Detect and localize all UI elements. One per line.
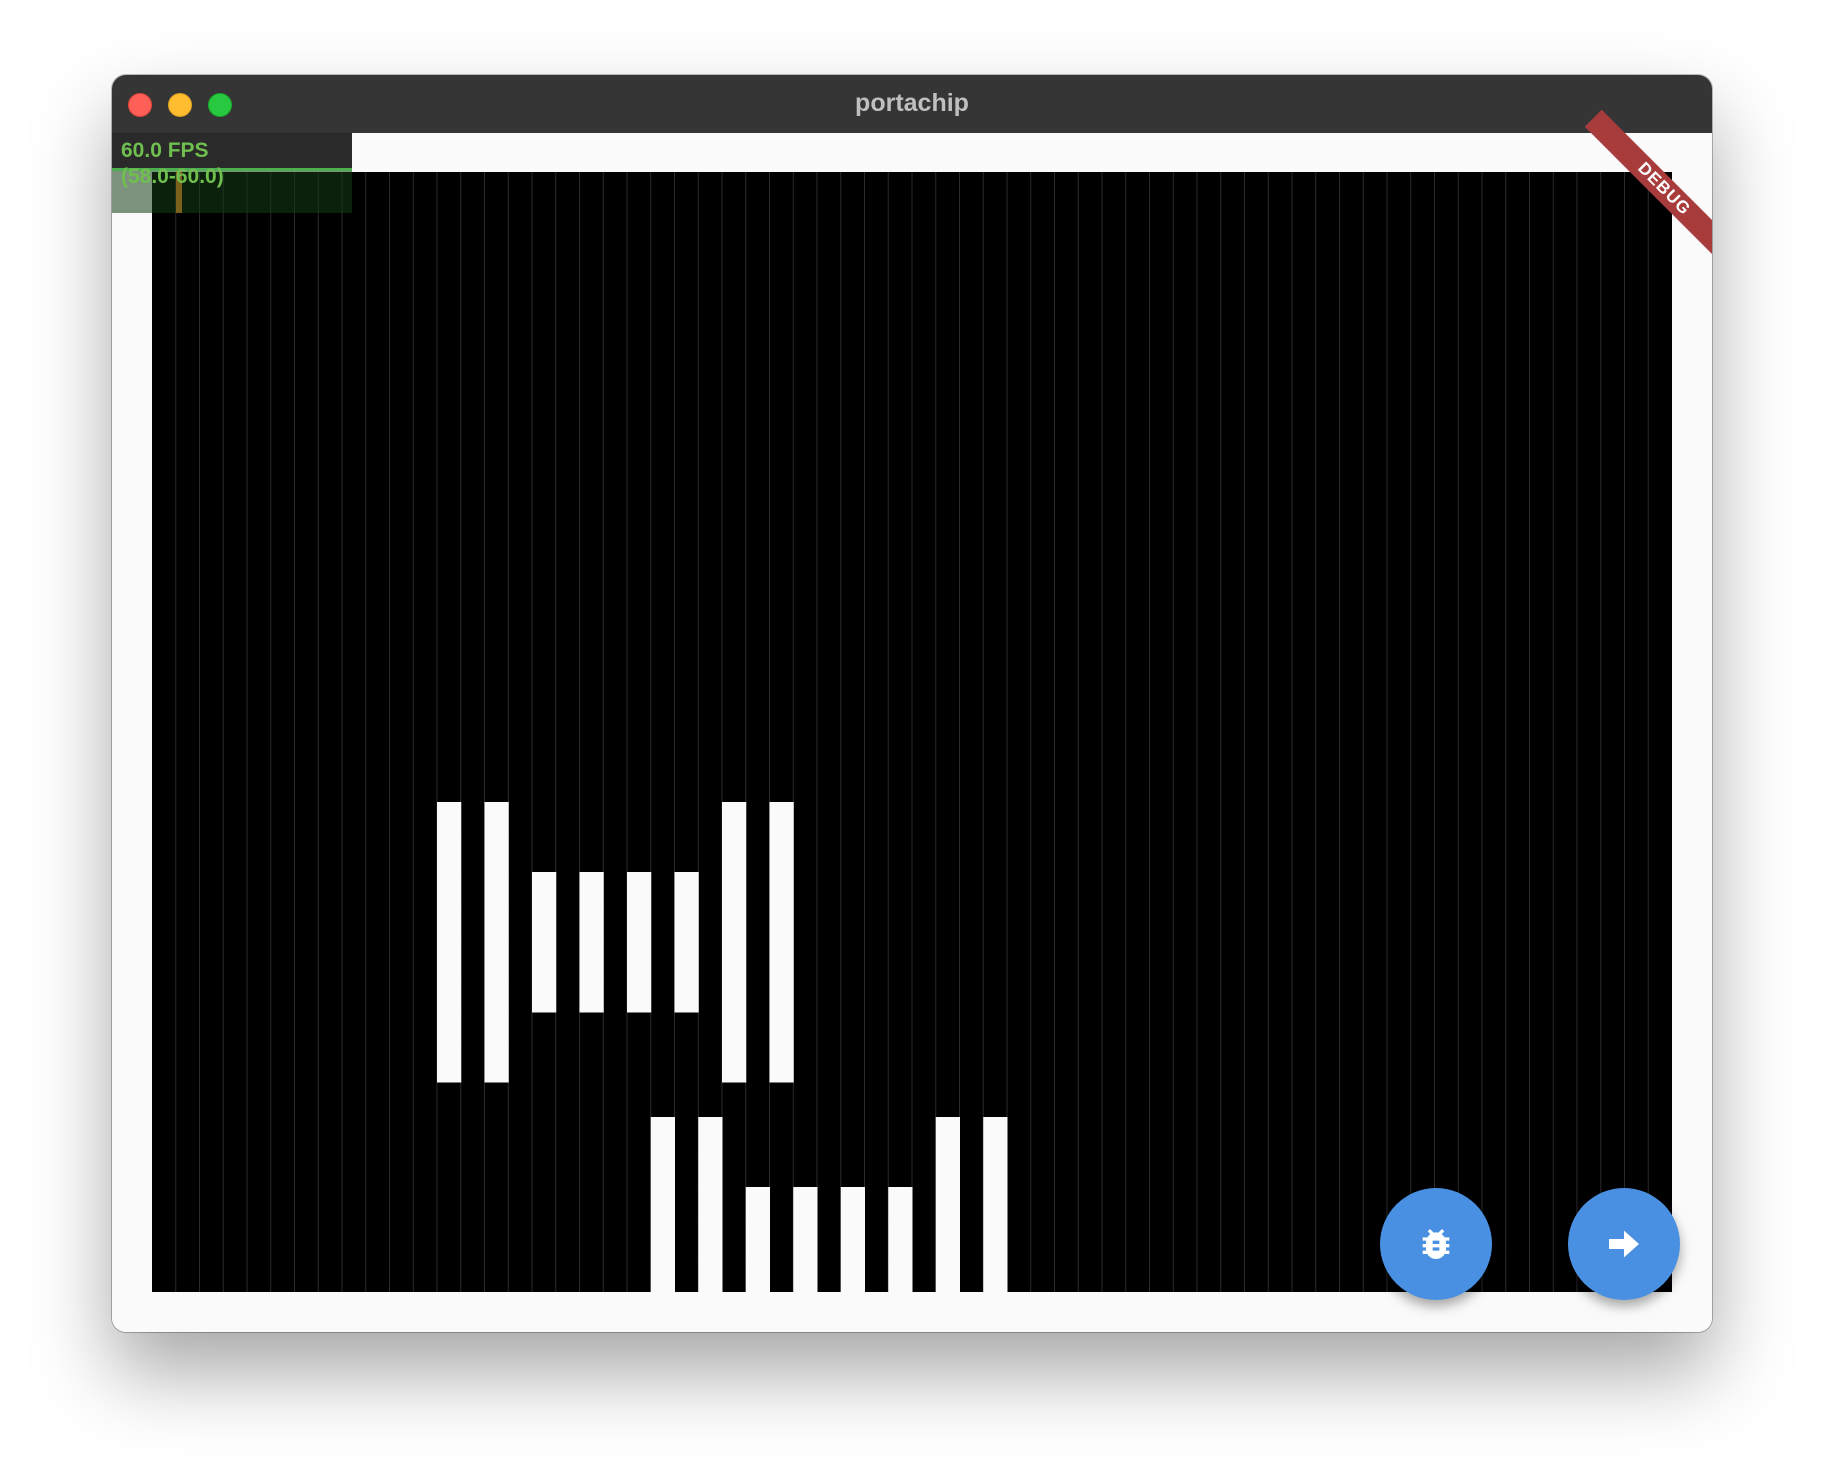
display-pixel	[745, 1187, 770, 1223]
bug-icon	[1422, 1229, 1450, 1259]
display-pixel	[674, 977, 699, 1013]
display-pixel	[722, 837, 747, 873]
display-pixel	[983, 1152, 1008, 1188]
display-pixel	[484, 977, 509, 1013]
display-pixel	[579, 907, 604, 943]
display-pixel	[484, 802, 509, 838]
next-button[interactable]	[1568, 1188, 1680, 1300]
app-window: portachip 60.0 FPS (58.0-60.0) DEBUG	[112, 75, 1712, 1332]
display-pixel	[935, 1257, 960, 1292]
display-pixel	[769, 872, 794, 908]
display-pixel	[627, 907, 652, 943]
display-pixel	[650, 1222, 675, 1258]
display-pixel	[437, 1047, 462, 1083]
display-pixel	[769, 802, 794, 838]
display-pixel	[579, 977, 604, 1013]
chip8-display	[152, 172, 1672, 1292]
display-pixel	[437, 837, 462, 873]
fps-range-readout: (58.0-60.0)	[121, 165, 224, 188]
display-pixel	[888, 1257, 913, 1292]
display-pixel	[437, 977, 462, 1013]
display-pixel	[983, 1117, 1008, 1153]
window-title: portachip	[855, 89, 969, 117]
display-pixel	[983, 1257, 1008, 1292]
display-pixel	[698, 1257, 723, 1292]
display-pixel	[840, 1257, 865, 1292]
display-pixel	[484, 837, 509, 873]
display-pixel	[983, 1187, 1008, 1223]
display-pixel	[935, 1117, 960, 1153]
display-pixel	[650, 1117, 675, 1153]
display-pixel	[698, 1222, 723, 1258]
display-pixel	[935, 1222, 960, 1258]
display-pixel	[437, 1012, 462, 1048]
display-pixel	[793, 1257, 818, 1292]
display-pixel	[769, 1047, 794, 1083]
display-pixel	[627, 977, 652, 1013]
display-pixel	[840, 1222, 865, 1258]
display-pixel	[579, 872, 604, 908]
display-pixel	[674, 907, 699, 943]
display-pixel	[698, 1187, 723, 1223]
display-pixel	[437, 907, 462, 943]
display-pixel	[840, 1187, 865, 1223]
display-pixel	[745, 1257, 770, 1292]
display-pixel	[579, 942, 604, 978]
display-pixel	[769, 977, 794, 1013]
display-pixel	[983, 1222, 1008, 1258]
display-pixel	[722, 872, 747, 908]
display-pixel	[532, 942, 557, 978]
display-pixel	[674, 942, 699, 978]
display-pixel	[437, 802, 462, 838]
display-pixel	[888, 1222, 913, 1258]
display-pixel	[793, 1222, 818, 1258]
display-pixel	[627, 942, 652, 978]
display-pixel	[484, 872, 509, 908]
display-pixel	[532, 872, 557, 908]
display-pixel	[769, 907, 794, 943]
display-pixel	[650, 1257, 675, 1292]
display-pixel	[769, 1012, 794, 1048]
display-pixel	[722, 1047, 747, 1083]
fps-readout: 60.0 FPS	[121, 139, 209, 162]
debug-button[interactable]	[1380, 1188, 1492, 1300]
display-pixel	[888, 1187, 913, 1223]
app-content: 60.0 FPS (58.0-60.0) DEBUG	[112, 109, 1712, 1332]
display-pixel	[484, 1047, 509, 1083]
display-pixel	[722, 907, 747, 943]
display-pixel	[627, 872, 652, 908]
display-pixel	[722, 802, 747, 838]
display-pixel	[437, 942, 462, 978]
display-pixel	[650, 1152, 675, 1188]
display-pixel	[532, 907, 557, 943]
display-pixel	[484, 942, 509, 978]
display-pixel	[698, 1152, 723, 1188]
display-pixel	[437, 872, 462, 908]
display-pixel	[722, 977, 747, 1013]
arrow-right-icon	[1609, 1230, 1639, 1258]
display-pixel	[722, 1012, 747, 1048]
display-pixel	[674, 872, 699, 908]
display-pixel	[484, 1012, 509, 1048]
display-pixel	[698, 1117, 723, 1153]
display-pixel	[650, 1187, 675, 1223]
display-canvas	[175, 172, 1649, 1292]
title-bar[interactable]: portachip	[112, 75, 1712, 134]
display-pixel	[769, 837, 794, 873]
display-pixel	[769, 942, 794, 978]
display-pixel	[532, 977, 557, 1013]
display-pixel	[935, 1152, 960, 1188]
display-pixel	[722, 942, 747, 978]
display-pixel	[484, 907, 509, 943]
performance-overlay: 60.0 FPS (58.0-60.0)	[112, 133, 352, 213]
display-pixel	[935, 1187, 960, 1223]
display-pixel	[745, 1222, 770, 1258]
display-pixel	[793, 1187, 818, 1223]
